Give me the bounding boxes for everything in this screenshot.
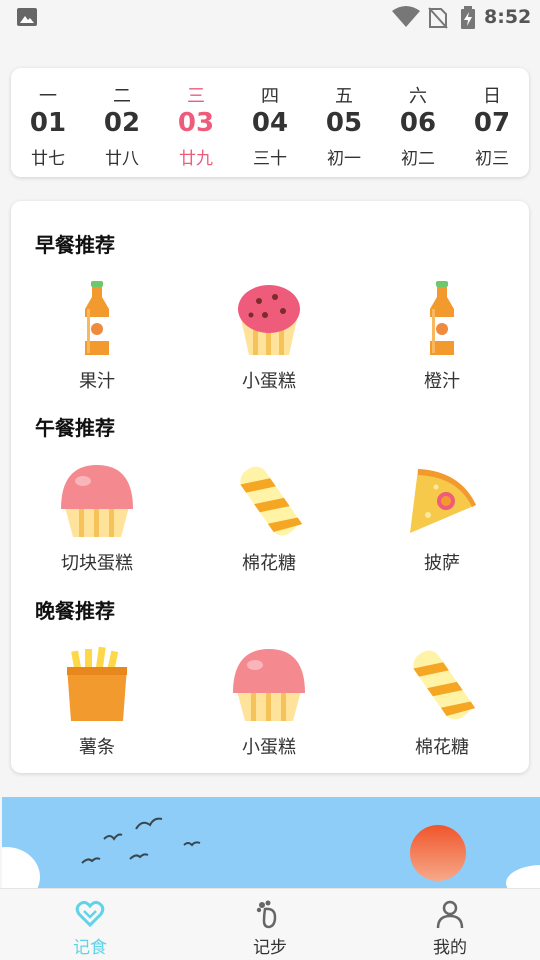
nav-label: 我的	[433, 938, 467, 958]
lunar-date: 廿八	[105, 149, 139, 169]
date-number: 01	[29, 108, 67, 138]
lunar-date: 初一	[327, 149, 361, 169]
day-7[interactable]: 日 07 初三	[455, 68, 529, 177]
food-item-small-cake[interactable]: 小蛋糕	[209, 645, 329, 759]
food-item-cotton-candy-2[interactable]: 棉花糖	[382, 645, 502, 759]
image-notification-icon	[17, 8, 37, 26]
user-icon	[436, 900, 464, 929]
date-number: 07	[473, 108, 511, 138]
step-banner	[2, 797, 540, 889]
muffin-icon	[233, 649, 305, 721]
birds-icon	[81, 817, 201, 864]
food-name: 小蛋糕	[242, 737, 296, 758]
food-name: 小蛋糕	[242, 371, 296, 392]
lunar-date: 初二	[401, 149, 435, 169]
food-name: 棉花糖	[415, 737, 469, 758]
battery-charging-icon	[461, 6, 475, 29]
wifi-icon	[392, 6, 420, 27]
date-number: 05	[325, 108, 363, 138]
juice-bottle-icon	[430, 281, 454, 355]
candy-twist-icon	[240, 466, 303, 536]
day-4[interactable]: 四 04 三十	[233, 68, 307, 177]
heart-icon	[75, 900, 105, 928]
meal-recommendations: 早餐推荐 果汁 小蛋糕 橙汁 午餐推荐 切块蛋糕 棉花糖 披萨 晚餐推荐 薯条 …	[11, 201, 529, 773]
lunar-date: 廿九	[179, 149, 213, 169]
weekday-label: 四	[261, 86, 279, 107]
weekday-label: 六	[409, 86, 427, 107]
nav-label: 记食	[73, 938, 107, 958]
pizza-slice-icon	[410, 469, 476, 533]
banner-illustration	[2, 817, 540, 889]
day-5[interactable]: 五 05 初一	[307, 68, 381, 177]
date-number: 03	[177, 108, 215, 138]
food-name: 薯条	[79, 737, 115, 758]
muffin-icon	[61, 465, 133, 537]
food-item-fries[interactable]: 薯条	[37, 645, 157, 759]
date-number: 02	[103, 108, 141, 138]
food-item-orange-juice[interactable]: 橙汁	[382, 279, 502, 393]
food-name: 橙汁	[424, 371, 460, 392]
date-number: 06	[399, 108, 437, 138]
food-name: 切块蛋糕	[61, 553, 133, 574]
no-sim-icon	[428, 7, 448, 29]
day-1[interactable]: 一 01 廿七	[11, 68, 85, 177]
day-2[interactable]: 二 02 廿八	[85, 68, 159, 177]
juice-bottle-icon	[85, 281, 109, 355]
fries-icon	[67, 646, 127, 721]
cloud-icon	[2, 847, 40, 889]
food-name: 披萨	[424, 553, 460, 574]
cupcake-icon	[238, 285, 300, 355]
day-3-selected[interactable]: 三 03 廿九	[159, 68, 233, 177]
nav-tab-food-log[interactable]: 记食	[0, 889, 180, 960]
sun-icon	[410, 825, 466, 881]
bottom-navigation: 记食 记步 我的	[0, 888, 540, 960]
weekday-label: 一	[39, 86, 57, 107]
status-time: 8:52	[484, 6, 532, 28]
dinner-title: 晚餐推荐	[35, 599, 115, 623]
weekday-label: 日	[483, 86, 501, 107]
breakfast-title: 早餐推荐	[35, 233, 115, 257]
date-number: 04	[251, 108, 289, 138]
nav-label: 记步	[253, 938, 287, 958]
lunar-date: 廿七	[31, 149, 65, 169]
week-calendar: 一 01 廿七 二 02 廿八 三 03 廿九 四 04 三十 五 05 初一 …	[11, 68, 529, 177]
footprint-icon	[256, 900, 277, 929]
food-item-cupcake[interactable]: 小蛋糕	[209, 279, 329, 393]
food-name: 棉花糖	[242, 553, 296, 574]
weekday-label: 五	[335, 86, 353, 107]
food-item-cotton-candy[interactable]: 棉花糖	[209, 461, 329, 575]
weekday-label: 二	[113, 86, 131, 107]
food-item-juice[interactable]: 果汁	[37, 279, 157, 393]
food-item-pizza[interactable]: 披萨	[382, 461, 502, 575]
candy-twist-icon	[413, 650, 476, 720]
food-name: 果汁	[79, 371, 115, 392]
food-item-cake-slice[interactable]: 切块蛋糕	[37, 461, 157, 575]
cloud-icon	[506, 865, 540, 889]
nav-tab-step-log[interactable]: 记步	[180, 889, 360, 960]
status-bar: 8:52	[0, 0, 540, 36]
lunch-title: 午餐推荐	[35, 416, 115, 440]
day-6[interactable]: 六 06 初二	[381, 68, 455, 177]
lunar-date: 三十	[253, 149, 287, 169]
weekday-label: 三	[187, 86, 205, 107]
lunar-date: 初三	[475, 149, 509, 169]
nav-tab-profile[interactable]: 我的	[360, 889, 540, 960]
